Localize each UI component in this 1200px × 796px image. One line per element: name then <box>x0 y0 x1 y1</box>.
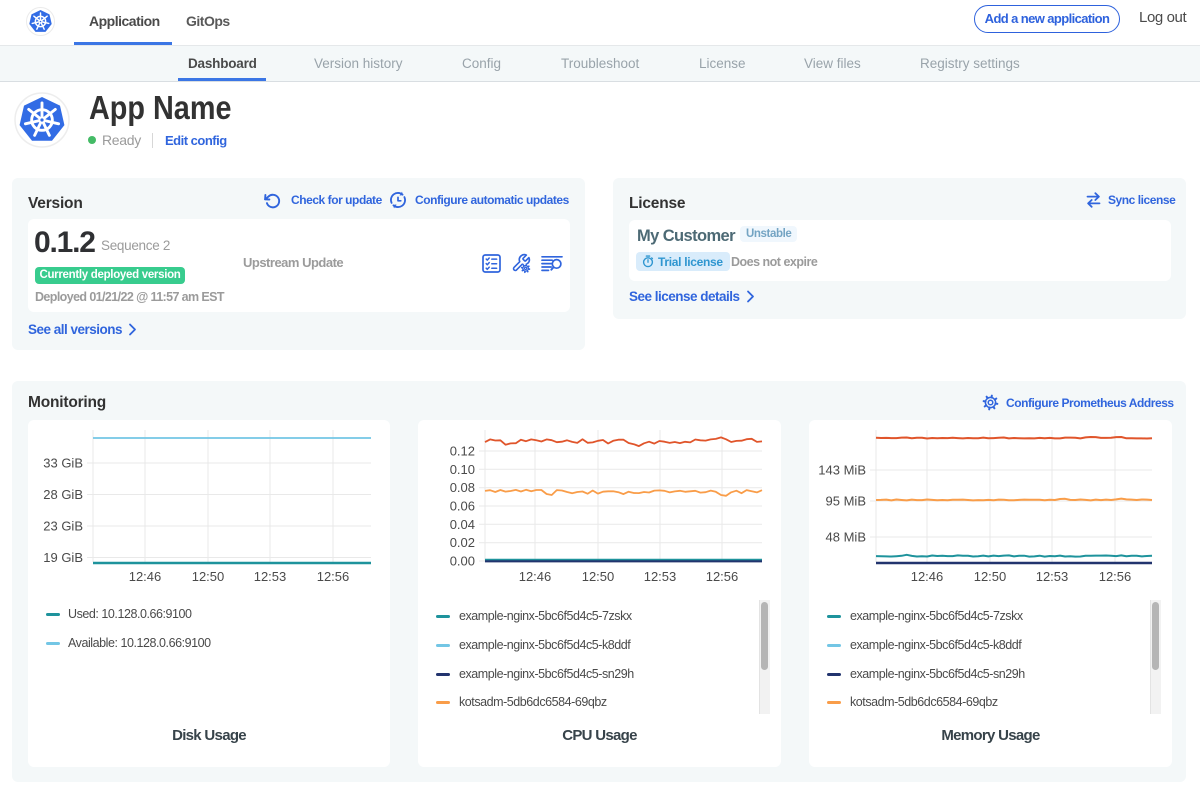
svg-text:12:46: 12:46 <box>129 569 162 584</box>
svg-text:0.08: 0.08 <box>450 480 475 495</box>
svg-text:0.06: 0.06 <box>450 499 475 514</box>
svg-text:95 MiB: 95 MiB <box>826 494 866 509</box>
svg-text:12:56: 12:56 <box>706 569 739 584</box>
svg-text:0.02: 0.02 <box>450 535 475 550</box>
svg-text:28 GiB: 28 GiB <box>43 487 83 502</box>
svg-text:143 MiB: 143 MiB <box>818 463 866 478</box>
svg-text:12:46: 12:46 <box>519 569 552 584</box>
svg-text:0.10: 0.10 <box>450 462 475 477</box>
svg-text:12:50: 12:50 <box>582 569 615 584</box>
svg-text:0.00: 0.00 <box>450 554 475 569</box>
svg-text:12:56: 12:56 <box>317 569 350 584</box>
svg-text:12:46: 12:46 <box>911 569 944 584</box>
svg-text:12:53: 12:53 <box>254 569 287 584</box>
svg-text:48 MiB: 48 MiB <box>826 530 866 545</box>
svg-text:12:56: 12:56 <box>1099 569 1132 584</box>
svg-text:0.04: 0.04 <box>450 517 475 532</box>
svg-text:0.12: 0.12 <box>450 444 475 459</box>
svg-text:23 GiB: 23 GiB <box>43 519 83 534</box>
svg-text:19 GiB: 19 GiB <box>43 550 83 565</box>
svg-text:33 GiB: 33 GiB <box>43 456 83 471</box>
svg-text:12:50: 12:50 <box>192 569 225 584</box>
svg-text:12:53: 12:53 <box>1036 569 1069 584</box>
svg-text:12:53: 12:53 <box>644 569 677 584</box>
svg-text:12:50: 12:50 <box>974 569 1007 584</box>
